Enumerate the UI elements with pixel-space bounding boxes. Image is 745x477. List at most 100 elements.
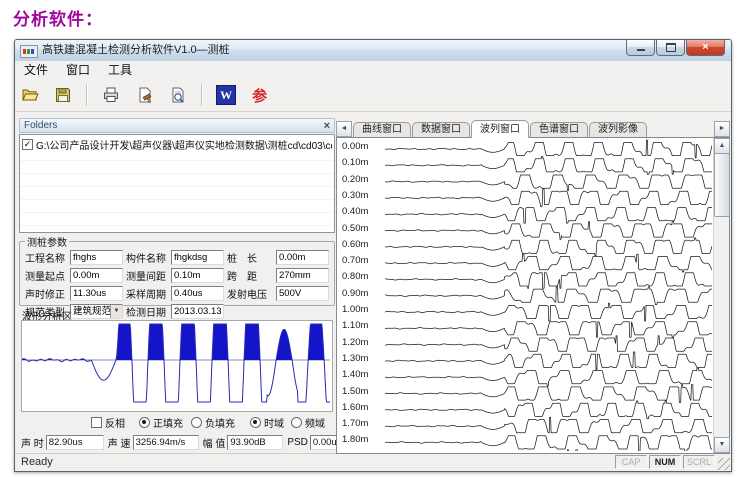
maximize-icon: [666, 43, 676, 52]
tab-1[interactable]: 数据窗口: [412, 122, 470, 137]
status-indicators: CAPNUMSCRL: [613, 455, 715, 469]
waveform-chart: [22, 321, 330, 407]
param-field-6: 11.30us: [70, 286, 123, 301]
wave-trace-0: [385, 140, 712, 158]
report-tool-button[interactable]: [132, 83, 158, 107]
readout-label-1: 声 速: [108, 435, 131, 450]
folders-close-icon[interactable]: ×: [324, 119, 330, 133]
depth-label-1: 0.10m: [342, 157, 368, 168]
depth-label-18: 1.80m: [342, 434, 368, 445]
wave-trace-5: [385, 222, 712, 240]
param-value-6: 11.30us: [73, 288, 106, 299]
param-label-2: 桩 长: [227, 250, 273, 265]
menu-item-1[interactable]: 窗口: [57, 61, 99, 80]
scrollbar-thumb[interactable]: [714, 153, 730, 217]
indicator-scrl: SCRL: [683, 455, 715, 469]
readout-label-2: 幅 值: [203, 435, 226, 450]
depth-label-10: 1.00m: [342, 304, 368, 315]
readout-field-0[interactable]: 82.90us: [46, 435, 104, 450]
params-char-icon: 参: [252, 85, 267, 106]
window-titlebar[interactable]: 高铁建混凝土检测分析软件V1.0—测桩 ×: [15, 40, 731, 62]
param-label-7: 采样周期: [126, 286, 168, 301]
radio-time-domain[interactable]: 时域: [250, 415, 284, 430]
wave-trace-15: [385, 385, 712, 403]
parameters-button[interactable]: 参: [247, 83, 273, 107]
status-bar: Ready CAPNUMSCRL: [15, 453, 731, 471]
print-button[interactable]: [98, 83, 124, 107]
word-export-button[interactable]: W: [213, 83, 239, 107]
depth-label-12: 1.20m: [342, 337, 368, 348]
param-field-9[interactable]: 建筑规范▼: [70, 304, 123, 319]
tab-scroll-right-icon[interactable]: ►: [714, 121, 730, 137]
maximize-button[interactable]: [656, 40, 685, 56]
param-field-10: 2013.03.13: [171, 304, 224, 319]
param-label-6: 声时修正: [25, 286, 67, 301]
minimize-button[interactable]: [626, 40, 655, 56]
readout-0: 声 时82.90us: [21, 435, 104, 450]
tab-scroll-left-icon[interactable]: ◄: [336, 121, 352, 137]
radio-icon: [250, 417, 261, 428]
radio-fill-positive[interactable]: 正填充: [139, 415, 183, 430]
readout-field-2[interactable]: 93.90dB: [227, 435, 283, 450]
tabs: 曲线窗口数据窗口波列窗口色谱窗口波列影像: [353, 118, 648, 137]
wave-trace-19: [385, 450, 712, 451]
open-file-button[interactable]: [17, 83, 43, 107]
wave-trace-3: [385, 189, 712, 207]
printer-icon: [102, 86, 120, 104]
resize-grip[interactable]: [718, 458, 730, 470]
print-preview-button[interactable]: [165, 83, 191, 107]
tab-3[interactable]: 色谱窗口: [530, 122, 588, 137]
checkbox-icon: [91, 417, 102, 428]
tab-2[interactable]: 波列窗口: [471, 120, 529, 138]
param-value-9: 建筑规范: [73, 306, 111, 317]
depth-label-4: 0.40m: [342, 206, 368, 217]
word-icon: W: [216, 85, 236, 105]
save-button[interactable]: [50, 83, 76, 107]
waveform-analysis-plot[interactable]: [21, 320, 333, 412]
window-title: 高铁建混凝土检测分析软件V1.0—测桩: [42, 40, 230, 61]
menu-item-2[interactable]: 工具: [99, 61, 141, 80]
radio-fill-negative[interactable]: 负填充: [191, 415, 235, 430]
readout-value-0: 82.90us: [49, 437, 83, 448]
left-panel: Folders × ✓ G:\公司产品设计开发\超声仪器\超声仪实地检测数据\测…: [19, 118, 335, 454]
wave-trace-9: [385, 287, 712, 305]
depth-labels: 0.00m0.10m0.20m0.30m0.40m0.50m0.60m0.70m…: [342, 138, 386, 453]
screenshot-root: 分析软件： 高铁建混凝土检测分析软件V1.0—测桩 × 文件窗口工具: [0, 0, 745, 477]
wave-trace-17: [385, 417, 712, 433]
folders-title: Folders: [24, 120, 57, 131]
toolbar: W 参: [15, 80, 731, 112]
readout-1: 声 速3256.94m/s: [108, 435, 199, 450]
param-field-0: fhghs: [70, 250, 123, 265]
param-field-4: 0.10m: [171, 268, 224, 283]
toolbar-separator: [86, 84, 88, 106]
wave-trace-12: [385, 336, 712, 352]
wave-list-content[interactable]: 0.00m0.10m0.20m0.30m0.40m0.50m0.60m0.70m…: [336, 137, 730, 454]
folders-list[interactable]: ✓ G:\公司产品设计开发\超声仪器\超声仪实地检测数据\测桩cd\cd03\c…: [19, 134, 335, 233]
readout-field-1[interactable]: 3256.94m/s: [133, 435, 199, 450]
wave-trace-1: [385, 156, 712, 174]
indicator-num: NUM: [649, 455, 681, 469]
minimize-icon: [637, 46, 645, 51]
wave-trace-11: [385, 322, 712, 338]
folder-checkbox[interactable]: ✓: [22, 139, 33, 150]
page-hammer-icon: [136, 86, 154, 104]
dropdown-arrow-icon[interactable]: ▼: [110, 305, 122, 318]
tab-0[interactable]: 曲线窗口: [353, 122, 411, 137]
vertical-scrollbar[interactable]: ▲ ▼: [713, 138, 729, 453]
param-value-5: 270mm: [279, 270, 311, 281]
close-button[interactable]: ×: [686, 40, 725, 56]
param-field-1: fhgkdsg: [171, 250, 224, 265]
tab-4[interactable]: 波列影像: [589, 122, 647, 137]
folder-item[interactable]: ✓ G:\公司产品设计开发\超声仪器\超声仪实地检测数据\测桩cd\cd03\c…: [20, 135, 334, 154]
scroll-up-icon[interactable]: ▲: [714, 138, 730, 154]
depth-label-15: 1.50m: [342, 386, 368, 397]
invert-checkbox[interactable]: 反相: [91, 415, 125, 430]
right-panel: ◄ 曲线窗口数据窗口波列窗口色谱窗口波列影像 ► 0.00m0.10m0.20m…: [336, 118, 730, 454]
menu-item-0[interactable]: 文件: [15, 61, 57, 80]
param-label-3: 测量起点: [25, 268, 67, 283]
window-controls: ×: [625, 40, 725, 56]
open-folder-icon: [21, 86, 40, 104]
scroll-down-icon[interactable]: ▼: [714, 437, 730, 453]
param-field-8: 500V: [276, 286, 329, 301]
radio-freq-domain[interactable]: 频域: [291, 415, 325, 430]
